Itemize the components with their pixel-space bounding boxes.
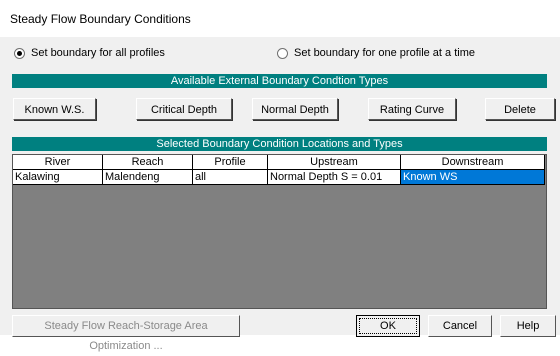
cancel-button[interactable]: Cancel — [428, 315, 492, 337]
critical-depth-button[interactable]: Critical Depth — [136, 98, 232, 120]
window-title: Steady Flow Boundary Conditions — [10, 12, 191, 26]
cell-reach[interactable]: Malendeng — [103, 170, 193, 185]
column-header-river[interactable]: River — [13, 155, 103, 170]
cell-profile[interactable]: all — [193, 170, 268, 185]
dialog-body: Set boundary for all profiles Set bounda… — [0, 37, 560, 352]
ok-button[interactable]: OK — [356, 315, 420, 337]
rating-curve-button[interactable]: Rating Curve — [368, 98, 456, 120]
available-types-header: Available External Boundary Condtion Typ… — [12, 74, 547, 88]
radio-unchecked-icon[interactable] — [277, 47, 288, 59]
reach-storage-optimization-button[interactable]: Steady Flow Reach-Storage Area Optimizat… — [12, 315, 240, 352]
column-header-downstream[interactable]: Downstream — [401, 155, 545, 170]
cell-river[interactable]: Kalawing — [13, 170, 103, 185]
radio-checked-icon[interactable] — [14, 47, 25, 59]
radio-one-profile-label: Set boundary for one profile at a time — [294, 47, 475, 59]
help-button[interactable]: Help — [500, 315, 556, 337]
column-header-reach[interactable]: Reach — [103, 155, 193, 170]
radio-all-profiles[interactable]: Set boundary for all profiles — [14, 47, 165, 59]
boundary-conditions-table[interactable]: River Reach Profile Upstream Downstream … — [12, 154, 547, 309]
column-header-upstream[interactable]: Upstream — [268, 155, 401, 170]
delete-button[interactable]: Delete — [485, 98, 555, 120]
radio-all-profiles-label: Set boundary for all profiles — [31, 47, 165, 59]
normal-depth-button[interactable]: Normal Depth — [252, 98, 338, 120]
radio-one-profile[interactable]: Set boundary for one profile at a time — [277, 47, 475, 59]
column-header-profile[interactable]: Profile — [193, 155, 268, 170]
title-bar: Steady Flow Boundary Conditions — [0, 0, 560, 37]
cell-downstream[interactable]: Known WS — [401, 170, 545, 185]
cell-upstream[interactable]: Normal Depth S = 0.01 — [268, 170, 401, 185]
known-ws-button[interactable]: Known W.S. — [13, 98, 96, 120]
selected-locations-header: Selected Boundary Condition Locations an… — [12, 137, 547, 151]
